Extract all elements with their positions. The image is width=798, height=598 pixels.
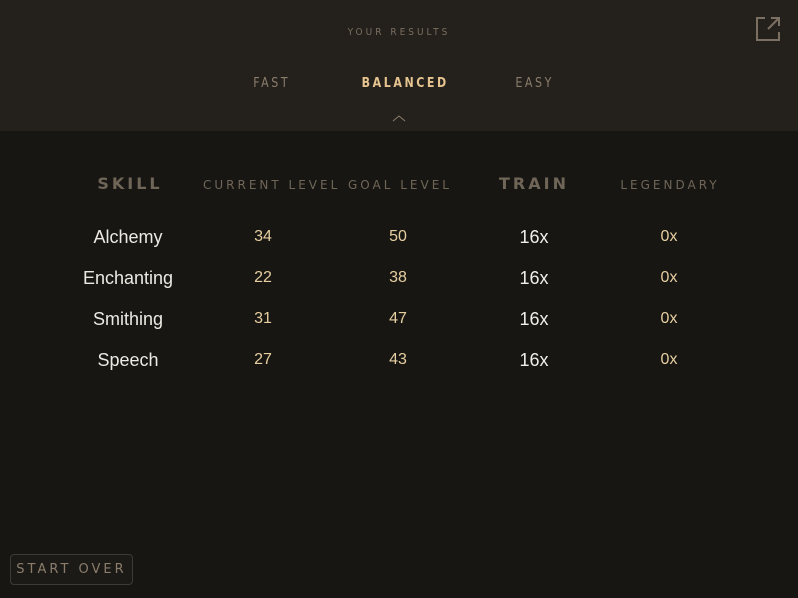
current-level: 34 [254,228,272,245]
skill-name: Smithing [92,309,164,329]
current-level: 31 [254,310,272,327]
legendary-count: 0x [660,269,678,286]
table-row: Alchemy 34 50 16x 0x [0,224,798,265]
goal-level: 50 [389,228,407,245]
current-level: 27 [254,351,272,368]
column-header-goal-level: GOAL LEVEL [348,178,452,192]
train-count: 16x [519,227,549,247]
difficulty-tabs: FAST BALANCED EASY [0,76,798,98]
results-table: Alchemy 34 50 16x 0x Enchanting 22 38 16… [0,224,798,388]
train-count: 16x [519,268,549,288]
results-title: YOUR RESULTS [347,27,451,38]
goal-level: 38 [389,269,407,286]
train-count: 16x [519,309,549,329]
train-count: 16x [519,350,549,370]
column-header-current-level: CURRENT LEVEL [203,178,341,192]
current-level: 22 [254,269,272,286]
column-header-skill: SKILL [97,174,163,193]
tab-balanced[interactable]: BALANCED [362,76,449,91]
results-screen: YOUR RESULTS FAST BALANCED EASY SKILL CU… [0,0,798,598]
legendary-count: 0x [660,310,678,327]
table-row: Smithing 31 47 16x 0x [0,306,798,347]
goal-level: 47 [389,310,407,327]
external-link-icon [756,17,780,41]
table-row: Enchanting 22 38 16x 0x [0,265,798,306]
skill-name: Speech [97,350,159,370]
tab-easy[interactable]: EASY [515,76,554,91]
start-over-button[interactable]: START OVER [10,554,133,585]
legendary-count: 0x [660,351,678,368]
column-header-legendary: LEGENDARY [620,178,720,192]
tab-fast[interactable]: FAST [253,76,290,91]
skill-name: Alchemy [93,227,163,247]
table-header: SKILL CURRENT LEVEL GOAL LEVEL TRAIN LEG… [0,172,798,198]
export-button[interactable] [754,15,782,43]
results-header: YOUR RESULTS FAST BALANCED EASY [0,0,798,131]
goal-level: 43 [389,351,407,368]
tab-indicator [0,113,798,127]
legendary-count: 0x [660,228,678,245]
skill-name: Enchanting [82,268,174,288]
table-row: Speech 27 43 16x 0x [0,347,798,388]
column-header-train: TRAIN [499,174,569,193]
